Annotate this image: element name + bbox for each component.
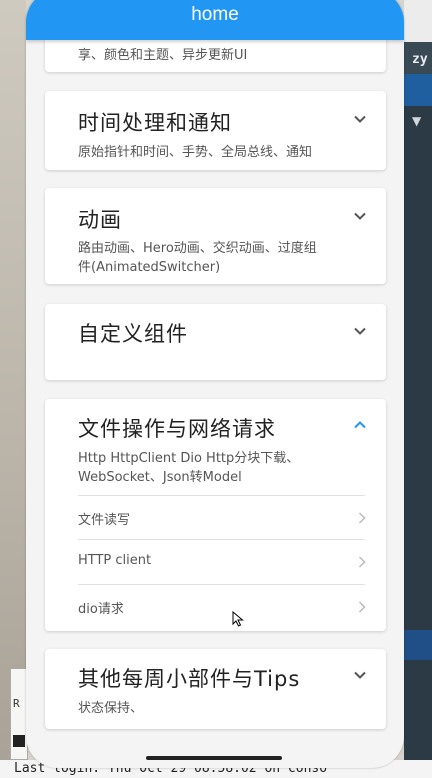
tree-expand-icon[interactable]: ▼ — [412, 114, 421, 128]
expansion-card-file-network[interactable]: 文件操作与网络请求 Http HttpClient Dio Http分块下载、W… — [45, 399, 386, 631]
desktop-background-left — [0, 0, 26, 778]
card-title: 自定义组件 — [78, 322, 188, 346]
list-item-label: dio请求 — [78, 602, 124, 617]
chevron-down-icon[interactable] — [353, 324, 367, 338]
expansion-card-weekly-widgets[interactable]: 其他每周小部件与Tips 状态保持、 — [45, 649, 386, 729]
window-strip-top — [404, 0, 432, 42]
expansion-card-animation[interactable]: 动画 路由动画、Hero动画、交织动画、过度组件(AnimatedSwitche… — [45, 188, 386, 284]
window-strip-selected — [404, 74, 432, 106]
card-description: 状态保持、 — [78, 701, 144, 716]
list-item-label: HTTP client — [78, 553, 152, 568]
card-description: Http HttpClient Dio Http分块下载、WebSocket、J… — [78, 451, 300, 485]
desktop-window-right: zy ▼ — [404, 0, 432, 778]
list-item-label: 文件读写 — [78, 513, 131, 528]
card-description: 原始指针和时间、手势、全局总线、通知 — [78, 145, 313, 160]
chevron-down-icon[interactable] — [353, 112, 367, 126]
card-title: 动画 — [78, 208, 122, 232]
mouse-cursor-icon — [232, 610, 244, 627]
expansion-card-time-notification[interactable]: 时间处理和通知 原始指针和时间、手势、全局总线、通知 — [45, 91, 386, 170]
terminal-box-label: R — [13, 697, 20, 710]
chevron-down-icon[interactable] — [353, 209, 367, 223]
editor-user-label: zy — [412, 52, 428, 67]
chevron-right-icon — [358, 601, 366, 613]
list-item-http-client[interactable]: HTTP client — [78, 539, 366, 583]
list-item-file-read-write[interactable]: 文件读写 — [78, 495, 366, 539]
card-description: 路由动画、Hero动画、交织动画、过度组件(AnimatedSwitcher) — [78, 241, 317, 275]
card-title: 文件操作与网络请求 — [78, 417, 276, 441]
chevron-right-icon — [358, 512, 366, 524]
window-strip-selected-bottom — [404, 630, 432, 660]
expansion-card-custom-widget[interactable]: 自定义组件 — [45, 304, 386, 380]
terminal-cursor-block — [13, 735, 25, 747]
list-item-dio-request[interactable]: dio请求 — [78, 584, 366, 628]
chevron-down-icon[interactable] — [353, 668, 367, 682]
simulator-screen: 享、颜色和主题、异步更新UI 时间处理和通知 原始指针和时间、手势、全局总线、通… — [26, 0, 404, 768]
card-title: 时间处理和通知 — [78, 111, 232, 135]
home-indicator[interactable] — [146, 756, 282, 760]
chevron-up-icon[interactable] — [353, 418, 367, 432]
card-title: 其他每周小部件与Tips — [78, 667, 301, 691]
chevron-right-icon — [358, 556, 366, 568]
card-description: 享、颜色和主题、异步更新UI — [78, 48, 248, 63]
app-bar-title: home — [191, 4, 239, 25]
app-bar: home — [26, 0, 404, 40]
